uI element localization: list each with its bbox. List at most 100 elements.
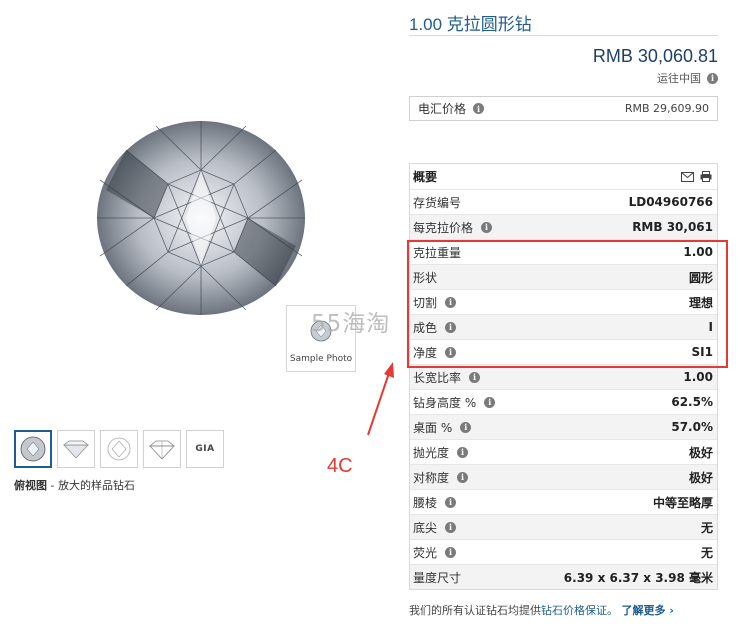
info-icon[interactable]: i xyxy=(484,396,496,408)
row-key-label: 量度尺寸 xyxy=(413,570,462,585)
row-value: 中等至略厚 xyxy=(652,495,713,510)
table-row: 底尖 i 无 xyxy=(410,514,717,539)
row-key-label: 成色 xyxy=(413,320,438,335)
info-icon[interactable]: i xyxy=(469,371,481,383)
row-key: 克拉重量 xyxy=(413,244,461,261)
info-icon[interactable]: i xyxy=(445,546,457,558)
info-icon[interactable]: i xyxy=(707,72,718,84)
row-key-label: 抛光度 xyxy=(413,445,450,460)
row-key-label: 底尖 xyxy=(413,520,438,535)
price-guarantee-note: 我们的所有认证钻石均提供钻石价格保证。 了解更多 › xyxy=(409,602,674,618)
row-value: 6.39 x 6.37 x 3.98 毫米 xyxy=(563,570,713,585)
wire-price-label: 电汇价格 xyxy=(418,102,467,116)
row-key-label: 对称度 xyxy=(413,470,450,485)
table-row: 净度 i SI1 xyxy=(410,339,717,364)
row-value: LD04960766 xyxy=(628,195,713,209)
thumbnail-top-view[interactable] xyxy=(14,430,52,468)
row-key: 长宽比率 i xyxy=(413,369,481,386)
table-row: 切割 i 理想 xyxy=(410,289,717,314)
row-value: 62.5% xyxy=(671,395,713,409)
table-row: 长宽比率 i 1.00 xyxy=(410,364,717,389)
row-value: 1.00 xyxy=(683,245,713,259)
thumbnail-profile-diagram[interactable] xyxy=(143,430,181,468)
diamond-top-icon xyxy=(20,436,46,462)
info-icon[interactable]: i xyxy=(445,521,457,533)
diamond-main-image xyxy=(96,120,306,316)
site-watermark: 55海淘 xyxy=(311,311,391,337)
row-key: 存货编号 xyxy=(413,194,461,211)
row-key-label: 克拉重量 xyxy=(413,245,462,260)
thumbnail-strip: GIA xyxy=(14,430,224,470)
overview-header: 概要 xyxy=(410,164,717,189)
row-value: 1.00 xyxy=(683,370,713,384)
table-row: 形状 圆形 xyxy=(410,264,717,289)
info-icon[interactable]: i xyxy=(473,103,485,114)
row-key: 净度 i xyxy=(413,344,457,361)
row-value: I xyxy=(708,320,713,334)
row-key-label: 形状 xyxy=(413,270,438,285)
info-icon[interactable]: i xyxy=(457,446,469,458)
info-icon[interactable]: i xyxy=(445,496,457,508)
row-key: 每克拉价格 i xyxy=(413,219,493,236)
row-value: 无 xyxy=(700,520,713,535)
info-icon[interactable]: i xyxy=(457,471,469,483)
profile-diagram-icon xyxy=(148,440,176,460)
sample-photo-label: Sample Photo xyxy=(289,354,353,364)
info-icon[interactable]: i xyxy=(445,346,457,358)
row-key: 形状 xyxy=(413,269,437,286)
title-divider xyxy=(409,35,718,36)
table-row: 桌面 % i 57.0% xyxy=(410,414,717,439)
product-title: 1.00 克拉圆形钻 xyxy=(409,15,532,34)
row-key: 量度尺寸 xyxy=(413,569,461,586)
table-row: 腰棱 i 中等至略厚 xyxy=(410,489,717,514)
row-key: 底尖 i xyxy=(413,519,457,536)
table-row: 每克拉价格 i RMB 30,061 xyxy=(410,214,717,239)
info-icon[interactable]: i xyxy=(445,296,457,308)
table-row: 对称度 i 极好 xyxy=(410,464,717,489)
row-key-label: 切割 xyxy=(413,295,438,310)
wire-price-box: 电汇价格 i RMB 29,609.90 xyxy=(409,96,718,121)
thumbnail-gia-cert[interactable]: GIA xyxy=(186,430,224,468)
shipping-destination: 运往中国 i xyxy=(657,70,718,86)
info-icon[interactable]: i xyxy=(445,321,457,333)
row-value: 极好 xyxy=(688,470,713,485)
row-value: 极好 xyxy=(688,445,713,460)
table-row: 克拉重量 1.00 xyxy=(410,239,717,264)
table-row: 成色 i I xyxy=(410,314,717,339)
learn-more-link[interactable]: 了解更多 › xyxy=(622,604,674,617)
row-key-label: 钻身高度 % xyxy=(413,395,477,410)
caption-rest: - 放大的样品钻石 xyxy=(47,479,135,492)
row-key-label: 存货编号 xyxy=(413,195,462,210)
row-key-label: 每克拉价格 xyxy=(413,220,474,235)
row-value: RMB 30,061 xyxy=(632,220,713,234)
info-icon[interactable]: i xyxy=(460,421,472,433)
wire-price-value: RMB 29,609.90 xyxy=(624,102,709,115)
table-row: 荧光 i 无 xyxy=(410,539,717,564)
product-price: RMB 30,060.81 xyxy=(592,46,718,66)
info-icon[interactable]: i xyxy=(481,221,493,233)
diamond-side-icon xyxy=(63,440,89,459)
table-row: 存货编号 LD04960766 xyxy=(410,189,717,214)
overview-table: 概要 存货编号 LD04960766 每克拉价格 i RMB 30,061 克拉重量 1.0… xyxy=(409,163,718,590)
row-key: 成色 i xyxy=(413,319,457,336)
email-icon[interactable] xyxy=(681,171,694,182)
table-row: 钻身高度 % i 62.5% xyxy=(410,389,717,414)
annotation-label: 4C xyxy=(327,455,353,477)
print-icon[interactable] xyxy=(700,171,712,182)
row-key-label: 长宽比率 xyxy=(413,370,462,385)
row-value: 无 xyxy=(700,545,713,560)
row-key: 荧光 i xyxy=(413,544,457,561)
row-value: 57.0% xyxy=(671,420,713,434)
overview-rows: 存货编号 LD04960766 每克拉价格 i RMB 30,061 克拉重量 1.00 形状… xyxy=(410,189,717,589)
thumbnail-caption: 俯视图 - 放大的样品钻石 xyxy=(14,477,135,493)
thumbnail-facet-diagram[interactable] xyxy=(100,430,138,468)
row-key-label: 净度 xyxy=(413,345,438,360)
row-key-label: 桌面 % xyxy=(413,420,453,435)
price-guarantee-link[interactable]: 钻石价格保证。 xyxy=(541,604,618,617)
row-key-label: 荧光 xyxy=(413,545,438,560)
row-key: 桌面 % i xyxy=(413,419,472,436)
row-key: 对称度 i xyxy=(413,469,469,486)
caption-bold: 俯视图 xyxy=(14,479,47,492)
row-value: 圆形 xyxy=(688,270,713,285)
thumbnail-side-view[interactable] xyxy=(57,430,95,468)
